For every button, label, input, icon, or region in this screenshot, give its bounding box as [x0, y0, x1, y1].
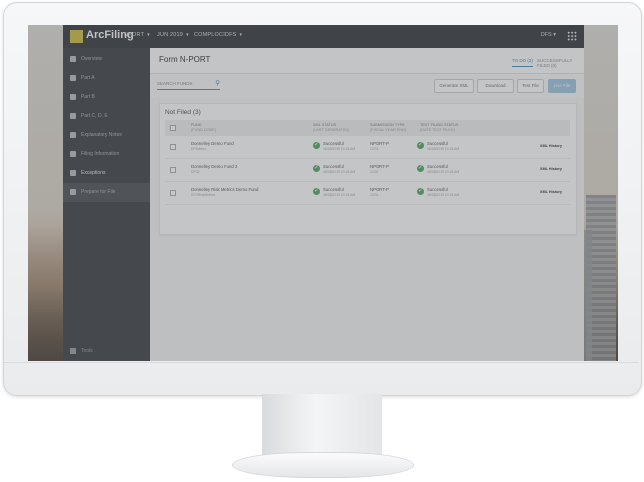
document-icon [70, 94, 76, 100]
submission-type: NPORT-P 12/31 [370, 164, 390, 174]
xml-status: Successful 08/28/2019 10:24 AM [323, 164, 356, 174]
page-header: Form N-PORT TO DO (3) SUCCESSFULLY FILED… [150, 48, 584, 74]
nav-dropdown-form[interactable]: NPORT ▾ [124, 32, 150, 38]
apps-grid-icon[interactable] [567, 31, 577, 41]
tab-successfully-filed[interactable]: SUCCESSFULLY FILED (0) [537, 58, 584, 68]
xml-status: Successful 08/28/2019 10:24 AM [323, 187, 356, 197]
row-checkbox[interactable] [170, 190, 176, 196]
test-filing-status: Successful 08/28/2019 10:24 AM [427, 164, 460, 174]
arcfiling-logo-icon [70, 30, 83, 43]
sidebar-item-part-b[interactable]: Part B [63, 88, 150, 107]
chevron-down-icon: ▾ [553, 32, 556, 38]
document-icon [70, 151, 76, 157]
table-header: FUND (FUND CODE) XML STATUS (LAST GENERATE… [165, 120, 570, 136]
test-file-button[interactable]: Test File [517, 79, 544, 93]
success-check-icon [313, 141, 320, 149]
download-button[interactable]: Download [477, 79, 514, 93]
row-checkbox[interactable] [170, 144, 176, 150]
table-row[interactable]: Donnelley Risk Metrics Demo Fund DFSRiskM… [165, 182, 570, 205]
table-row[interactable]: Donnelley Demo Fund 2DFS2 Successful08/2… [165, 159, 570, 182]
document-icon [70, 113, 76, 119]
fund-name: Donnelley Risk Metrics Demo Fund DFSRiskM… [191, 187, 259, 197]
chevron-down-icon: ▾ [186, 32, 189, 38]
sidebar-item-tools[interactable]: Tools [81, 348, 93, 354]
nav-dropdown-entity[interactable]: COMPLOCIDFS ▾ [194, 32, 242, 38]
app-window: ArcFiling NPORT ▾ JUN 2019 ▾ COMPLOCIDFS ▾ … [63, 25, 584, 361]
success-check-icon [313, 187, 320, 195]
sidebar-item-overview[interactable]: Overview [63, 50, 150, 69]
search-box: ⚲ [157, 79, 220, 90]
monitor-screen: ArcFiling NPORT ▾ JUN 2019 ▾ COMPLOCIDFS ▾ … [28, 25, 618, 361]
fund-name: Donnelley Demo Fund DFSdemo [191, 141, 234, 151]
sidebar-item-prepare-for-file[interactable]: Prepare for File [63, 183, 150, 202]
row-checkbox[interactable] [170, 167, 176, 173]
nav-dropdown-period[interactable]: JUN 2019 ▾ [157, 32, 189, 38]
sidebar-item-explanatory-notes[interactable]: Explanatory Notes [63, 126, 150, 145]
monitor-base [232, 452, 414, 478]
search-icon[interactable]: ⚲ [215, 79, 220, 87]
chevron-down-icon: ▾ [147, 32, 150, 38]
fund-name: Donnelley Demo Fund 2 DFS2 [191, 164, 238, 174]
tools-icon [70, 348, 76, 354]
main-content: Form N-PORT TO DO (3) SUCCESSFULLY FILED… [150, 48, 584, 361]
monitor-chin [4, 362, 639, 363]
warning-icon [70, 170, 76, 176]
top-navbar: ArcFiling NPORT ▾ JUN 2019 ▾ COMPLOCIDFS ▾ … [63, 25, 584, 48]
card-title: Not Filed (3) [165, 109, 201, 116]
file-upload-icon [70, 189, 76, 195]
chevron-down-icon: ▾ [239, 32, 243, 38]
test-filing-status: Successful 08/28/2019 10:24 AM [427, 187, 460, 197]
table-row[interactable]: Donnelley Demo FundDFSdemo Successful08/… [165, 136, 570, 159]
user-menu[interactable]: DFS ▾ [541, 32, 556, 38]
select-all-checkbox[interactable] [170, 125, 176, 131]
toolbar: ⚲ Generate XML Download Test File Live F… [150, 74, 584, 98]
success-check-icon [417, 141, 424, 149]
sidebar: Overview Part A Part B Part C, D, E Expl… [63, 48, 150, 361]
sidebar-item-exceptions[interactable]: Exceptions [63, 164, 150, 183]
not-filed-card: Not Filed (3) FUND (FUND CODE) XML STATUS… [159, 103, 577, 235]
generate-xml-button[interactable]: Generate XML [434, 79, 474, 93]
column-header-test-filing-status: TEST FILING STATUS (DATE TEST FILED) [420, 123, 459, 132]
tab-to-do[interactable]: TO DO (3) [512, 58, 533, 67]
sidebar-item-part-cde[interactable]: Part C, D, E [63, 107, 150, 126]
monitor-stand [262, 394, 382, 456]
column-header-xml-status: XML STATUS (LAST GENERATED) [313, 123, 350, 132]
xml-history-link[interactable]: XML History [540, 167, 562, 171]
xml-history-link[interactable]: XML History [540, 190, 562, 194]
document-icon [70, 56, 76, 62]
column-header-submission-type: SUBMISSION TYPE (FISCAL YEAR END) [370, 123, 407, 132]
search-input[interactable] [157, 79, 207, 88]
document-icon [70, 75, 76, 81]
page-title: Form N-PORT [159, 55, 211, 64]
sidebar-item-part-a[interactable]: Part A [63, 69, 150, 88]
column-header-fund: FUND (FUND CODE) [191, 123, 217, 132]
submission-type: NPORT-P 12/31 [370, 187, 390, 197]
test-filing-status: Successful 08/28/2019 10:24 AM [427, 141, 460, 151]
xml-status: Successful 08/28/2019 10:24 AM [323, 141, 356, 151]
submission-type: NPORT-P 12/31 [370, 141, 390, 151]
live-file-button[interactable]: Live File [548, 79, 576, 93]
success-check-icon [417, 187, 424, 195]
xml-history-link[interactable]: XML History [540, 144, 562, 148]
success-check-icon [417, 164, 424, 172]
sidebar-item-filing-information[interactable]: Filing Information [63, 145, 150, 164]
success-check-icon [313, 164, 320, 172]
document-icon [70, 132, 76, 138]
